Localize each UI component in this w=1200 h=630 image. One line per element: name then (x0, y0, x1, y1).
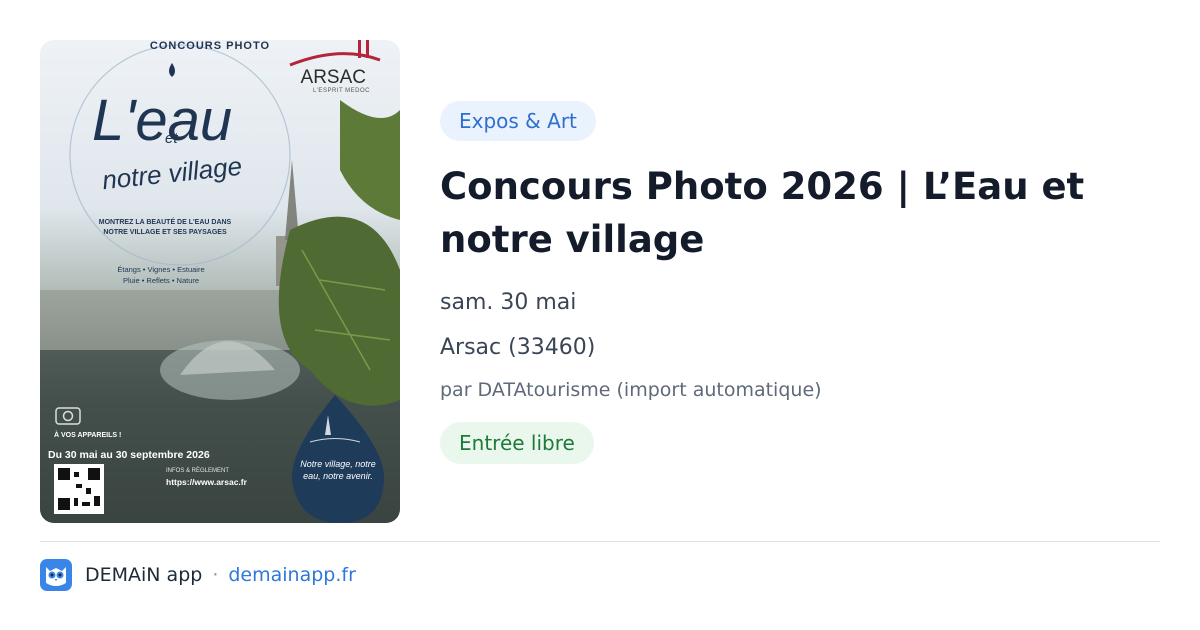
poster-info-label: INFOS & RÈGLEMENT (166, 468, 230, 474)
poster-brand-tagline: L'ESPRIT MEDOC (312, 88, 370, 94)
poster-kicker: CONCOURS PHOTO (149, 40, 271, 52)
app-name: DEMAiN app (85, 564, 203, 586)
poster-dates: Du 30 mai au 30 septembre 2026 (48, 449, 210, 461)
category-chip[interactable]: Expos & Art (440, 101, 596, 141)
event-title[interactable]: Concours Photo 2026 | L’Eau et notre vil… (440, 160, 1160, 266)
poster-tagline: MONTREZ LA BEAUTÉ DE L'EAU DANS NOTRE VI… (98, 219, 232, 236)
poster-call: À VOS APPAREILS ! (54, 432, 122, 439)
price-chip: Entrée libre (440, 422, 594, 464)
footer-divider (40, 541, 1160, 542)
poster-brand: ARSAC (300, 67, 366, 88)
footer-separator: · (212, 564, 219, 586)
poster-url: https://www.arsac.fr (166, 477, 247, 487)
poster-themes-line-1: Étangs • Vignes • Estuaire (117, 265, 205, 274)
poster-drop-text: Notre village, notre eau, notre avenir. (300, 459, 376, 481)
footer: DEMAiN app · demainapp.fr (40, 559, 356, 591)
poster-title: L'eau (92, 88, 233, 153)
app-link[interactable]: demainapp.fr (228, 564, 356, 586)
event-source: par DATAtourisme (import automatique) (440, 379, 822, 401)
event-location: Arsac (33460) (440, 335, 596, 360)
poster-themes: Étangs • Vignes • Estuaire Pluie • Refle… (86, 264, 236, 286)
event-poster-image[interactable]: CONCOURS PHOTO L'eau et notre village AR… (40, 40, 400, 523)
poster-et: et (165, 130, 178, 147)
owl-mascot-icon (40, 559, 72, 591)
poster-themes-line-2: Pluie • Reflets • Nature (122, 276, 200, 285)
event-date: sam. 30 mai (440, 290, 577, 315)
